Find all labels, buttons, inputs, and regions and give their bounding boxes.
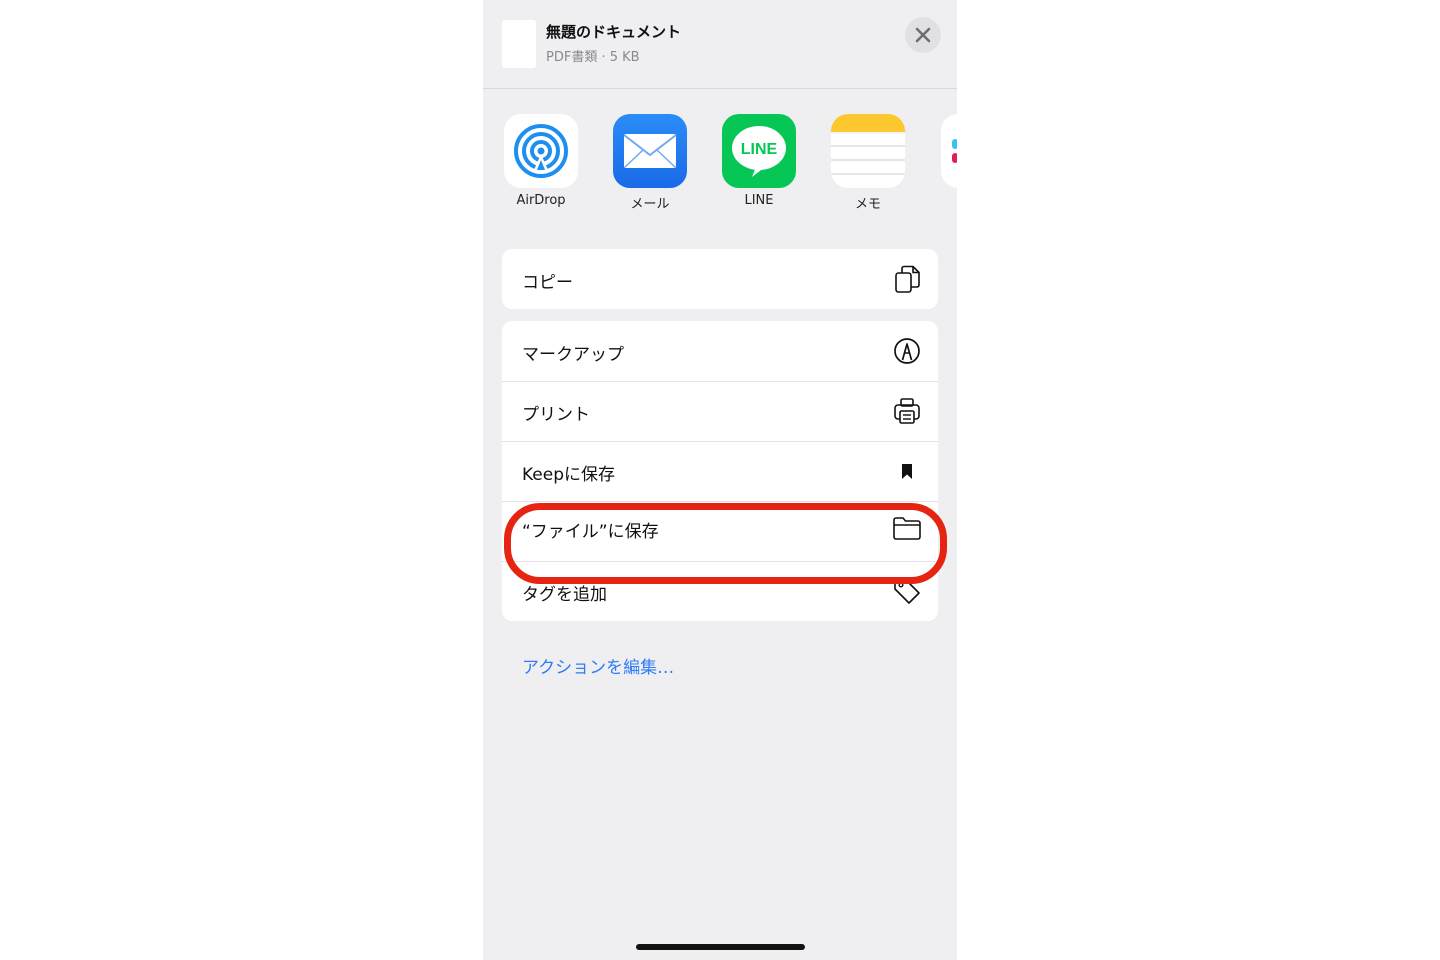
app-partial[interactable] [941,114,957,188]
bookmark-icon [902,464,912,479]
mail-icon [613,114,687,188]
document-thumbnail [502,20,536,68]
close-button[interactable] [905,17,941,53]
action-keep[interactable]: Keepに保存 [502,441,938,501]
document-title: 無題のドキュメント [546,23,682,41]
app-notes[interactable]: メモ [823,114,913,212]
action-markup[interactable]: マークアップ [502,321,938,381]
app-label-line: LINE [744,193,774,208]
app-mail[interactable]: メール [605,114,695,212]
line-icon: LINE [722,114,796,188]
action-print[interactable]: プリント [502,381,938,441]
edit-actions-link[interactable]: アクションを編集… [522,653,674,678]
app-label-airdrop: AirDrop [516,193,566,208]
highlight-annotation [504,503,947,584]
app-label-notes: メモ [854,197,881,212]
copy-icon [895,265,920,293]
action-markup-label: マークアップ [522,345,624,365]
action-copy-label: コピー [522,273,573,293]
action-print-label: プリント [522,405,590,425]
share-header: 無題のドキュメント PDF書類 · 5 KB [483,0,957,89]
app-row: AirDrop メール LINE LINE メモ [483,114,957,214]
action-group-copy: コピー [502,249,938,309]
printer-icon [894,398,920,424]
airdrop-icon [504,114,578,188]
svg-text:LINE: LINE [741,141,778,158]
share-sheet: 無題のドキュメント PDF書類 · 5 KB AirDrop メール LINE … [483,0,957,960]
app-label-mail: メール [630,197,670,212]
app-line[interactable]: LINE LINE [714,114,804,208]
slack-icon [941,114,957,188]
notes-icon [831,114,905,188]
markup-icon [894,338,920,364]
document-subtitle: PDF書類 · 5 KB [546,50,640,65]
close-icon [915,27,931,43]
action-copy[interactable]: コピー [502,249,938,309]
home-indicator [636,944,805,950]
action-keep-label: Keepに保存 [522,465,616,485]
app-airdrop[interactable]: AirDrop [496,114,586,208]
